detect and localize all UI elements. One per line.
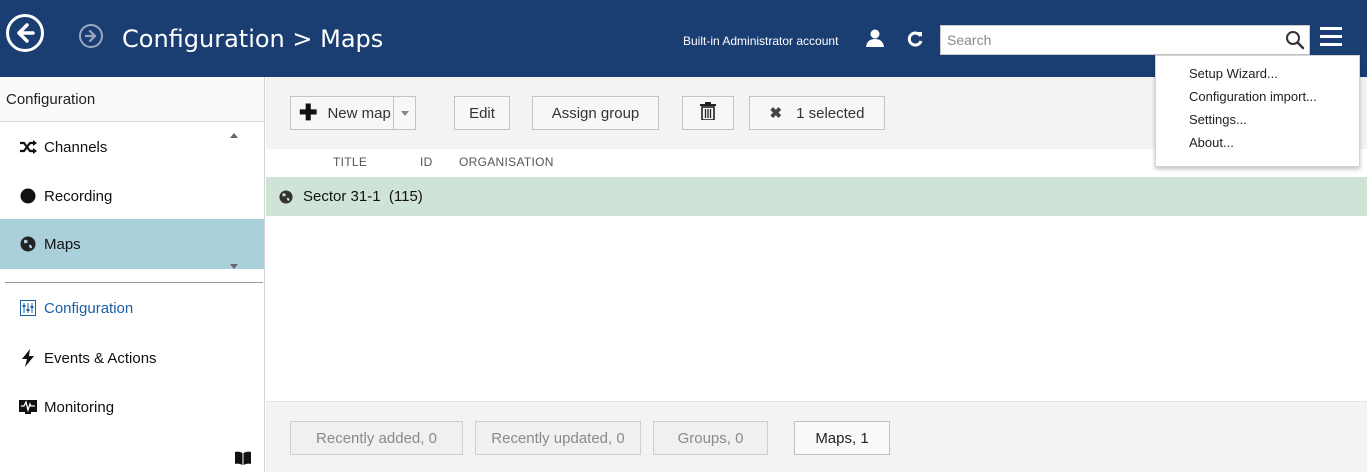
filter-groups-button[interactable]: Groups, 0 xyxy=(653,421,768,455)
record-dot-icon xyxy=(18,186,38,206)
filter-bar: Recently added, 0 Recently updated, 0 Gr… xyxy=(266,401,1367,472)
account-label[interactable]: Built-in Administrator account xyxy=(683,34,838,48)
refresh-icon[interactable] xyxy=(906,30,924,52)
search-box xyxy=(940,25,1310,55)
assign-group-button[interactable]: Assign group xyxy=(532,96,659,130)
user-icon[interactable] xyxy=(865,29,885,51)
menu-item-setup-wizard[interactable]: Setup Wizard... xyxy=(1156,62,1359,85)
column-header-title[interactable]: TITLE xyxy=(333,155,367,169)
clear-selection-button[interactable]: ✖ 1 selected xyxy=(749,96,885,130)
sidebar-item-label: Maps xyxy=(44,235,81,253)
sidebar-header: Configuration xyxy=(0,77,264,122)
shuffle-icon xyxy=(18,137,38,157)
sidebar-item-label: Recording xyxy=(44,187,113,205)
delete-button[interactable] xyxy=(682,96,734,130)
forward-arrow-icon[interactable] xyxy=(79,24,103,48)
menu-item-settings[interactable]: Settings... xyxy=(1156,108,1359,131)
filter-maps-button[interactable]: Maps, 1 xyxy=(794,421,890,455)
book-icon[interactable] xyxy=(235,450,251,469)
lightning-icon xyxy=(18,348,38,368)
sidebar-item-recording[interactable]: Recording xyxy=(0,171,264,221)
scroll-up-icon[interactable] xyxy=(230,133,238,138)
search-icon[interactable] xyxy=(1285,30,1305,54)
plus-icon: ✚ xyxy=(299,100,318,125)
search-input[interactable] xyxy=(947,30,1267,50)
table-row[interactable]: Sector 31-1 (115) xyxy=(266,177,1367,216)
page-title: Configuration > Maps xyxy=(122,25,384,53)
globe-icon xyxy=(279,189,293,204)
new-map-label: New map xyxy=(327,104,391,122)
nav-events-actions[interactable]: Events & Actions xyxy=(0,333,264,383)
filter-recently-added-button[interactable]: Recently added, 0 xyxy=(290,421,463,455)
nav-monitoring[interactable]: Monitoring xyxy=(0,382,264,432)
nav-label: Configuration xyxy=(44,299,134,317)
nav-label: Events & Actions xyxy=(44,349,157,367)
settings-dropdown-menu: Setup Wizard... Configuration import... … xyxy=(1155,55,1360,167)
chevron-down-icon[interactable] xyxy=(393,97,415,129)
menu-icon[interactable] xyxy=(1320,27,1342,47)
globe-icon xyxy=(18,234,38,254)
back-arrow-icon[interactable] xyxy=(6,14,44,52)
sidebar-item-maps[interactable]: Maps xyxy=(0,219,264,269)
edit-button[interactable]: Edit xyxy=(454,96,510,130)
row-text: Sector 31-1 (115) xyxy=(303,188,423,205)
menu-item-configuration-import[interactable]: Configuration import... xyxy=(1156,85,1359,108)
sidebar: Configuration Channels Recording Maps Co… xyxy=(0,77,265,472)
selected-count-label: 1 selected xyxy=(796,104,865,122)
scroll-down-icon[interactable] xyxy=(230,264,238,269)
sliders-icon xyxy=(18,298,38,318)
column-header-id[interactable]: ID xyxy=(420,155,433,169)
monitor-icon xyxy=(18,397,38,417)
new-map-button[interactable]: ✚ New map xyxy=(290,96,416,130)
trash-icon xyxy=(700,102,716,124)
sidebar-item-channels[interactable]: Channels xyxy=(0,122,264,172)
close-icon: ✖ xyxy=(769,105,783,122)
sidebar-item-label: Channels xyxy=(44,138,108,156)
nav-label: Monitoring xyxy=(44,398,115,416)
filter-recently-updated-button[interactable]: Recently updated, 0 xyxy=(475,421,641,455)
menu-item-about[interactable]: About... xyxy=(1156,131,1359,154)
nav-configuration[interactable]: Configuration xyxy=(0,283,264,333)
column-header-organisation[interactable]: ORGANISATION xyxy=(459,155,554,169)
